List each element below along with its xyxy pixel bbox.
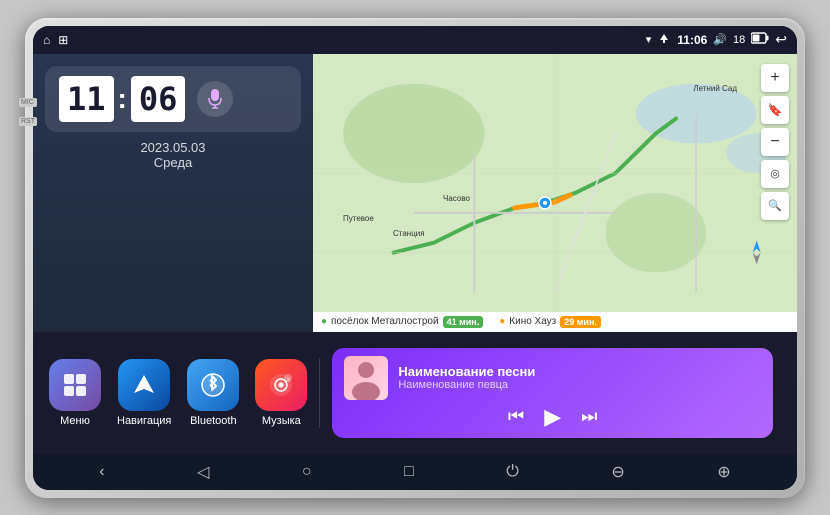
mic-button[interactable] [197, 81, 233, 117]
apps-row: Меню Навигация [33, 332, 797, 454]
battery-value: 18 [733, 34, 745, 46]
dest1-label: посёлок Металлострой [331, 316, 439, 327]
time-display: 11:06 [677, 33, 707, 47]
dest2-dot: ● [499, 316, 505, 327]
bt-app-icon [187, 359, 239, 411]
destination-1: ● посёлок Металлострой 41 мин. [321, 316, 483, 328]
clock-hour: 11 [59, 76, 114, 122]
nav-recent-button[interactable]: □ [396, 459, 422, 485]
svg-text:♫: ♫ [286, 377, 291, 383]
dest2-label: Кино Хауз [509, 316, 556, 327]
date-widget: 2023.05.03 Среда [45, 140, 301, 170]
menu-app-icon [49, 359, 101, 411]
app-item-bluetooth[interactable]: Bluetooth [187, 359, 239, 427]
bottom-area: Меню Навигация [33, 332, 797, 490]
music-controls: ⏮ ▶ ⏭ [344, 404, 761, 430]
main-content: 11 : 06 [33, 54, 797, 332]
status-left-icons: ⌂ ⊞ [43, 33, 68, 47]
nav-label: Навигация [117, 415, 171, 427]
clock-separator: : [118, 83, 127, 115]
album-art-inner [344, 356, 388, 400]
screen: ⌂ ⊞ ▾ 11:06 🔊 18 ↩ [33, 26, 797, 490]
clock-digits: 11 : 06 [59, 76, 185, 122]
music-label: Музыка [262, 415, 301, 427]
wifi-icon: ▾ [646, 33, 652, 46]
dest1-dot: ● [321, 316, 327, 327]
music-player: Наименование песни Наименование певца ⏮ … [332, 348, 773, 438]
device-frame: MIC RST ⌂ ⊞ ▾ 11:06 🔊 18 [25, 18, 805, 498]
song-title: Наименование песни [398, 364, 761, 379]
vertical-divider [319, 358, 320, 428]
menu-label: Меню [60, 415, 90, 427]
left-panel: 11 : 06 [33, 54, 313, 332]
dest2-time: 29 мин. [560, 316, 601, 328]
nav-app-icon [118, 359, 170, 411]
next-button[interactable]: ⏭ [581, 406, 597, 427]
date-display: 2023.05.03 [45, 140, 301, 155]
nav-bar: ‹ ◁ ○ □ ⏻ ⊖ ⊕ [33, 454, 797, 490]
map-info-bar: ● посёлок Металлострой 41 мин. ● Кино Ха… [313, 312, 797, 332]
music-top: Наименование песни Наименование певца [344, 356, 761, 400]
music-info: Наименование песни Наименование певца [398, 364, 761, 391]
status-right: ▾ 11:06 🔊 18 ↩ [646, 31, 787, 48]
album-art [344, 356, 388, 400]
house-icon[interactable]: ⊞ [58, 33, 68, 47]
volume-icon: 🔊 [713, 33, 727, 46]
app-item-music[interactable]: ♫ Музыка [255, 359, 307, 427]
nav-minus-button[interactable]: ⊖ [603, 458, 632, 486]
app-item-menu[interactable]: Меню [49, 359, 101, 427]
map-background: Путевое Станция Часово Летний Сад + 🔖 − … [313, 54, 797, 332]
dest1-time: 41 мин. [443, 316, 484, 328]
app-item-nav[interactable]: Навигация [117, 359, 171, 427]
music-app-icon: ♫ [255, 359, 307, 411]
mic-label: MIC [19, 98, 37, 107]
town-label-1: Путевое [343, 214, 374, 223]
play-button[interactable]: ▶ [544, 404, 561, 430]
map-panel[interactable]: Путевое Станция Часово Летний Сад + 🔖 − … [313, 54, 797, 332]
nav-power-button[interactable]: ⏻ [498, 459, 527, 485]
app-icons-left: Меню Навигация [49, 359, 307, 427]
prev-button[interactable]: ⏮ [508, 406, 524, 427]
mic-area [193, 77, 237, 121]
artist-name: Наименование певца [398, 379, 761, 391]
zoom-out-button[interactable]: − [761, 128, 789, 156]
rst-label: RST [19, 117, 37, 126]
status-bar: ⌂ ⊞ ▾ 11:06 🔊 18 ↩ [33, 26, 797, 54]
town-label-3: Часово [443, 194, 470, 203]
bookmark-button[interactable]: 🔖 [761, 96, 789, 124]
town-label-4: Летний Сад [693, 84, 737, 93]
zoom-in-button[interactable]: + [761, 64, 789, 92]
home-icon[interactable]: ⌂ [43, 33, 50, 47]
battery-icon [751, 32, 769, 47]
map-controls: + 🔖 − ◎ 🔍 [761, 64, 789, 220]
town-label-2: Станция [393, 229, 425, 238]
destination-2: ● Кино Хауз 29 мин. [499, 316, 601, 328]
back-arrow-icon[interactable]: ↩ [775, 31, 787, 48]
signal-icon [657, 32, 671, 47]
bt-label: Bluetooth [190, 415, 236, 427]
nav-android-back[interactable]: ◁ [189, 458, 217, 486]
nav-back-button[interactable]: ‹ [91, 459, 112, 485]
search-map-button[interactable]: 🔍 [761, 192, 789, 220]
day-display: Среда [45, 155, 301, 170]
clock-minute: 06 [131, 76, 186, 122]
nav-plus-button[interactable]: ⊕ [709, 458, 738, 486]
clock-widget: 11 : 06 [45, 66, 301, 132]
side-buttons: MIC RST [19, 98, 37, 126]
location-button[interactable]: ◎ [761, 160, 789, 188]
nav-home-button[interactable]: ○ [294, 459, 320, 485]
